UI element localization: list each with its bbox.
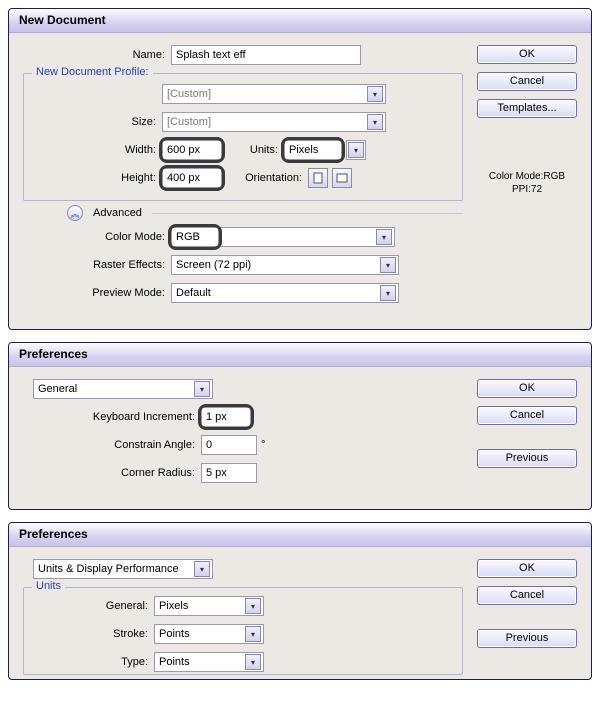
prefs-section-select[interactable]: General ▾ bbox=[33, 379, 213, 399]
corner-radius-label: Corner Radius: bbox=[23, 467, 201, 479]
preferences-general-dialog: Preferences General ▾ Keyboard Increment… bbox=[8, 342, 592, 510]
preview-label: Preview Mode: bbox=[23, 287, 171, 299]
ok-button[interactable]: OK bbox=[477, 379, 577, 398]
dialog-title: Preferences bbox=[9, 343, 591, 367]
units-dropdown-arrow[interactable]: ▾ bbox=[346, 140, 366, 160]
width-label: Width: bbox=[34, 144, 162, 156]
degree-symbol: ° bbox=[257, 439, 265, 451]
corner-radius-input[interactable] bbox=[201, 463, 257, 483]
chevron-down-icon: ▾ bbox=[367, 114, 383, 130]
keyboard-increment-label: Keyboard Increment: bbox=[23, 411, 201, 423]
prefs-section-select[interactable]: Units & Display Performance ▾ bbox=[33, 559, 213, 579]
new-document-dialog: New Document Name: New Document Profile:… bbox=[8, 8, 592, 330]
stroke-units-label: Stroke: bbox=[34, 628, 154, 640]
preview-select[interactable]: Default ▾ bbox=[171, 283, 399, 303]
color-mode-label: Color Mode: bbox=[23, 231, 171, 243]
orientation-label: Orientation: bbox=[222, 172, 308, 184]
templates-button[interactable]: Templates... bbox=[477, 99, 577, 118]
chevron-down-icon: ▾ bbox=[194, 381, 210, 397]
chevron-down-icon: ▾ bbox=[245, 626, 261, 642]
profile-select[interactable]: [Custom] ▾ bbox=[162, 84, 386, 104]
type-units-label: Type: bbox=[34, 656, 154, 668]
general-units-label: General: bbox=[34, 600, 154, 612]
previous-button[interactable]: Previous bbox=[477, 449, 577, 468]
landscape-icon bbox=[336, 173, 348, 183]
cancel-button[interactable]: Cancel bbox=[477, 586, 577, 605]
keyboard-increment-input[interactable] bbox=[201, 407, 251, 427]
type-units-select[interactable]: Points ▾ bbox=[154, 652, 264, 672]
profile-label: New Document Profile: bbox=[32, 66, 153, 78]
chevron-down-icon: ▾ bbox=[380, 285, 396, 301]
constrain-angle-input[interactable] bbox=[201, 435, 257, 455]
units-legend: Units bbox=[32, 580, 65, 592]
size-select[interactable]: [Custom] ▾ bbox=[162, 112, 386, 132]
cancel-button[interactable]: Cancel bbox=[477, 406, 577, 425]
name-input[interactable] bbox=[171, 45, 361, 65]
advanced-toggle[interactable]: ︽ bbox=[67, 205, 83, 221]
units-label: Units: bbox=[222, 144, 284, 156]
profile-fieldset: New Document Profile: [Custom] ▾ Size: [… bbox=[23, 73, 463, 201]
dialog-title: Preferences bbox=[9, 523, 591, 547]
previous-button[interactable]: Previous bbox=[477, 629, 577, 648]
constrain-angle-label: Constrain Angle: bbox=[23, 439, 201, 451]
color-mode-text: RGB bbox=[171, 227, 219, 247]
height-input[interactable] bbox=[162, 168, 222, 188]
orientation-portrait-button[interactable] bbox=[308, 168, 328, 188]
advanced-label: Advanced bbox=[93, 207, 142, 219]
dialog-title: New Document bbox=[9, 9, 591, 33]
general-units-select[interactable]: Pixels ▾ bbox=[154, 596, 264, 616]
info-text: Color Mode:RGB PPI:72 bbox=[477, 170, 577, 196]
cancel-button[interactable]: Cancel bbox=[477, 72, 577, 91]
name-label: Name: bbox=[23, 49, 171, 61]
color-mode-select[interactable]: ▾ bbox=[219, 227, 395, 247]
orientation-landscape-button[interactable] bbox=[332, 168, 352, 188]
chevron-down-icon: ▾ bbox=[194, 561, 210, 577]
width-input[interactable] bbox=[162, 140, 222, 160]
preferences-units-dialog: Preferences Units & Display Performance … bbox=[8, 522, 592, 680]
size-label: Size: bbox=[34, 116, 162, 128]
chevron-down-icon: ▾ bbox=[245, 654, 261, 670]
portrait-icon bbox=[313, 172, 323, 184]
chevron-down-icon: ▾ bbox=[245, 598, 261, 614]
raster-select[interactable]: Screen (72 ppi) ▾ bbox=[171, 255, 399, 275]
chevron-down-icon: ▾ bbox=[348, 142, 364, 158]
stroke-units-select[interactable]: Points ▾ bbox=[154, 624, 264, 644]
ok-button[interactable]: OK bbox=[477, 45, 577, 64]
units-select[interactable]: Pixels bbox=[284, 140, 342, 160]
chevron-down-icon: ▾ bbox=[367, 86, 383, 102]
units-fieldset: Units General: Pixels ▾ Stroke: Points ▾ bbox=[23, 587, 463, 675]
ok-button[interactable]: OK bbox=[477, 559, 577, 578]
height-label: Height: bbox=[34, 172, 162, 184]
raster-label: Raster Effects: bbox=[23, 259, 171, 271]
chevron-down-icon: ▾ bbox=[376, 229, 392, 245]
chevron-down-icon: ▾ bbox=[380, 257, 396, 273]
